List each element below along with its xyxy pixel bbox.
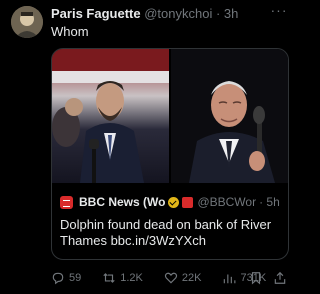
- more-icon[interactable]: ···: [270, 3, 288, 17]
- photo-right[interactable]: [171, 49, 288, 183]
- reply-button[interactable]: 59: [51, 271, 81, 285]
- like-icon: [164, 272, 178, 284]
- quote-author-handle[interactable]: @BBCWor: [197, 195, 256, 209]
- avatar[interactable]: [11, 6, 43, 38]
- author-handle[interactable]: @tonykchoi: [144, 6, 212, 21]
- share-icon: [274, 271, 286, 284]
- like-button[interactable]: 22K: [164, 271, 202, 285]
- verified-badge-icon[interactable]: [168, 196, 180, 208]
- bbc-logo-icon: [60, 195, 73, 209]
- reply-count: 59: [69, 272, 82, 284]
- quote-time[interactable]: · 5h: [259, 195, 280, 209]
- like-count: 22K: [181, 272, 202, 284]
- share-button[interactable]: [273, 271, 291, 285]
- tweet-header: Paris Faguette @tonykchoi · 3h: [51, 6, 270, 22]
- quote-tweet-card[interactable]: BBC News (Wo @BBCWor · 5h Dolphin found …: [51, 48, 289, 260]
- bbc-affiliate-icon[interactable]: [182, 196, 194, 208]
- tweet-text: Whom: [51, 24, 89, 39]
- quote-text: Dolphin found dead on bank of River Tham…: [60, 217, 272, 248]
- quote-media[interactable]: [52, 49, 288, 183]
- bookmark-button[interactable]: [249, 271, 267, 285]
- tweet-time[interactable]: · 3h: [216, 6, 238, 21]
- views-icon: [224, 274, 236, 284]
- bookmark-icon: [251, 272, 261, 285]
- tweet[interactable]: Paris Faguette @tonykchoi · 3h ··· Whom: [0, 0, 300, 294]
- quote-author-name[interactable]: BBC News (Wo: [79, 195, 165, 209]
- quote-header: BBC News (Wo @BBCWor · 5h: [60, 195, 282, 209]
- reply-icon: [52, 272, 64, 285]
- repost-count: 1.2K: [120, 272, 143, 284]
- photo-left[interactable]: [52, 49, 169, 183]
- repost-button[interactable]: 1.2K: [102, 271, 143, 285]
- action-bar: 59 1.2K 22K 731K: [51, 270, 291, 286]
- repost-icon: [103, 273, 115, 283]
- author-name[interactable]: Paris Faguette: [51, 6, 141, 21]
